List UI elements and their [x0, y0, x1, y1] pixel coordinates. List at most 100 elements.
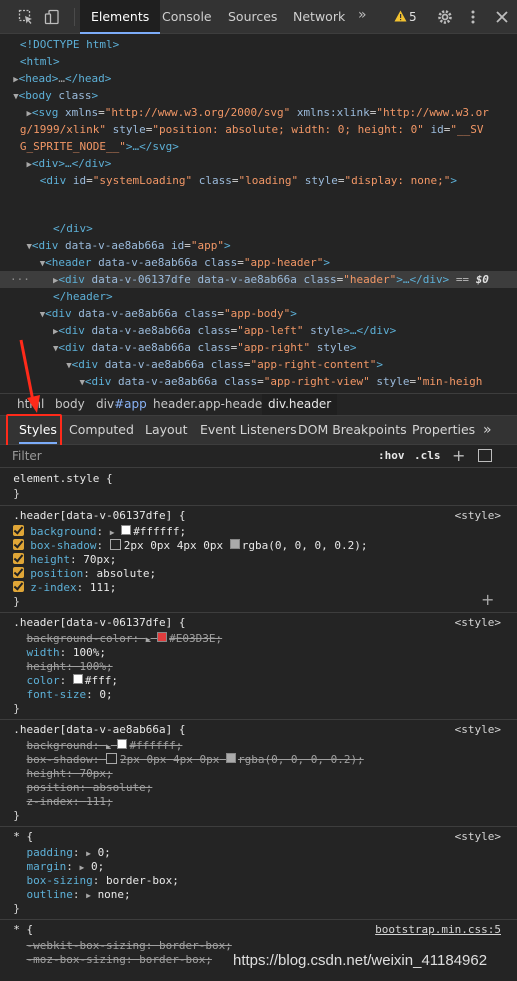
property-value[interactable]: 2px 0px 4px 0px: [124, 539, 223, 552]
dom-node-app-right-content[interactable]: ▼<div data-v-ae8ab66a class="app-right-c…: [0, 356, 517, 373]
property-name[interactable]: color: [27, 674, 60, 687]
style-property-overridden[interactable]: z-index: 111;: [0, 795, 517, 809]
property-value[interactable]: border-box;: [159, 939, 232, 952]
dom-node-app-right-view[interactable]: ▼<div data-v-ae8ab66a class="app-right-v…: [0, 373, 517, 390]
style-property[interactable]: width: 100%;: [0, 646, 517, 660]
property-name[interactable]: margin: [27, 860, 67, 873]
property-value[interactable]: #ffffff;: [133, 525, 186, 538]
inspect-icon[interactable]: [18, 9, 34, 25]
property-value[interactable]: 100%;: [80, 660, 113, 673]
checkbox-icon[interactable]: [13, 525, 25, 536]
property-value[interactable]: 111;: [86, 795, 113, 808]
shadow-editor-icon[interactable]: [105, 753, 117, 764]
expand-arrow-icon[interactable]: ▶: [80, 863, 85, 872]
expand-arrow-icon[interactable]: ▶: [86, 891, 91, 900]
checkbox-icon[interactable]: [13, 567, 25, 578]
cls-toggle[interactable]: .cls: [414, 447, 441, 465]
more-panels-button[interactable]: »: [483, 416, 492, 444]
shadow-editor-icon[interactable]: [109, 539, 121, 550]
property-value[interactable]: #fff;: [85, 674, 118, 687]
color-swatch[interactable]: [121, 525, 132, 535]
tab-dom-breakpoints[interactable]: DOM Breakpoints: [298, 416, 407, 444]
property-value[interactable]: none;: [98, 888, 131, 901]
property-name[interactable]: height: [27, 767, 67, 780]
style-rule-header[interactable]: .header[data-v-06137dfe] {: [0, 616, 517, 630]
style-property[interactable]: z-index: 111;: [0, 581, 517, 595]
dom-node-header-selected[interactable]: ··· ▶<div data-v-06137dfe data-v-ae8ab66…: [0, 271, 517, 288]
node-actions-icon[interactable]: ···: [10, 271, 30, 288]
rule-source[interactable]: <style>: [455, 616, 501, 629]
property-name[interactable]: padding: [27, 846, 73, 859]
hov-toggle[interactable]: :hov: [378, 447, 405, 465]
expand-arrow-icon[interactable]: ▶: [106, 742, 111, 751]
style-property[interactable]: color: #fff;: [0, 674, 517, 688]
color-swatch[interactable]: [157, 632, 168, 642]
new-style-rule-button[interactable]: +: [452, 445, 465, 467]
property-value[interactable]: border-box;: [139, 953, 212, 966]
breadcrumb-body[interactable]: body: [55, 394, 85, 416]
breadcrumb-header[interactable]: header.app-header: [153, 394, 267, 416]
property-value[interactable]: 2px 0px 4px 0px: [120, 753, 219, 766]
color-swatch[interactable]: [72, 674, 83, 684]
style-property-overridden[interactable]: position: absolute;: [0, 781, 517, 795]
element-style-rule[interactable]: element.style {: [0, 472, 517, 486]
property-name[interactable]: position: [27, 781, 80, 794]
property-name[interactable]: position: [30, 567, 83, 580]
property-name[interactable]: background: [30, 525, 96, 538]
color-swatch[interactable]: [229, 539, 240, 549]
property-value[interactable]: 0;: [91, 860, 104, 873]
checkbox-icon[interactable]: [13, 539, 25, 550]
dom-node-app-left[interactable]: ▶<div data-v-ae8ab66a class="app-left" s…: [0, 322, 517, 339]
gear-icon[interactable]: [437, 9, 453, 25]
tab-layout[interactable]: Layout: [145, 416, 188, 444]
toggle-sidebar-icon[interactable]: [478, 449, 492, 462]
style-property-overridden[interactable]: box-shadow: 2px 0px 4px 0px rgba(0, 0, 0…: [0, 753, 517, 767]
style-rule-header[interactable]: * {: [0, 830, 517, 844]
property-value[interactable]: rgba(0, 0, 0, 0.2);: [242, 539, 368, 552]
property-name[interactable]: width: [27, 646, 60, 659]
property-value[interactable]: 111;: [90, 581, 117, 594]
property-value[interactable]: border-box;: [106, 874, 179, 887]
dom-node-header-close[interactable]: </header>: [0, 288, 517, 305]
style-property-overridden[interactable]: background-color: ▶ #E03D3E;: [0, 632, 517, 646]
dom-node-app[interactable]: ▼<div data-v-ae8ab66a id="app">: [0, 237, 517, 254]
dom-node-head[interactable]: ▶<head>…</head>: [0, 70, 517, 87]
dom-node-doctype[interactable]: <!DOCTYPE html>: [0, 36, 517, 53]
breadcrumb-html[interactable]: html: [17, 394, 44, 416]
dom-node-svg-cont2[interactable]: G_SPRITE_NODE__">…</svg>: [0, 138, 517, 155]
dom-node-app-header[interactable]: ▼<header data-v-ae8ab66a class="app-head…: [0, 254, 517, 271]
property-value[interactable]: #E03D3E;: [169, 632, 222, 645]
expand-arrow-icon[interactable]: ▶: [146, 635, 151, 644]
tab-elements[interactable]: Elements: [80, 0, 161, 34]
property-value[interactable]: 0;: [99, 688, 112, 701]
rule-source[interactable]: <style>: [455, 509, 501, 522]
color-swatch[interactable]: [117, 739, 128, 749]
style-property-overridden[interactable]: height: 100%;: [0, 660, 517, 674]
property-name[interactable]: background: [27, 739, 93, 752]
property-name[interactable]: height: [27, 660, 67, 673]
style-property-overridden[interactable]: -webkit-box-sizing: border-box;: [0, 939, 517, 953]
property-name[interactable]: box-shadow: [30, 539, 96, 552]
style-property[interactable]: box-sizing: border-box;: [0, 874, 517, 888]
dom-node-div-close[interactable]: </div>: [0, 220, 517, 237]
expand-arrow-icon[interactable]: ▶: [110, 528, 115, 537]
style-rule-header[interactable]: .header[data-v-06137dfe] {: [0, 509, 517, 523]
property-name[interactable]: z-index: [27, 795, 73, 808]
property-name[interactable]: -webkit-box-sizing: [27, 939, 146, 952]
style-property[interactable]: padding: ▶ 0;: [0, 846, 517, 860]
property-name[interactable]: box-sizing: [27, 874, 93, 887]
property-value[interactable]: 70px;: [80, 767, 113, 780]
more-tabs-button[interactable]: »: [358, 7, 367, 23]
filter-input[interactable]: [12, 448, 312, 464]
add-property-icon[interactable]: +: [481, 590, 494, 609]
property-value[interactable]: 0;: [98, 846, 111, 859]
rule-source[interactable]: <style>: [455, 723, 501, 736]
property-name[interactable]: font-size: [27, 688, 87, 701]
rule-source[interactable]: <style>: [455, 830, 501, 843]
property-name[interactable]: box-shadow: [27, 753, 93, 766]
tab-computed[interactable]: Computed: [69, 416, 134, 444]
property-name[interactable]: z-index: [30, 581, 76, 594]
property-value[interactable]: #ffffff;: [129, 739, 182, 752]
breadcrumb-div-header[interactable]: div.header: [262, 394, 338, 416]
dom-node-app-body[interactable]: ▼<div data-v-ae8ab66a class="app-body">: [0, 305, 517, 322]
